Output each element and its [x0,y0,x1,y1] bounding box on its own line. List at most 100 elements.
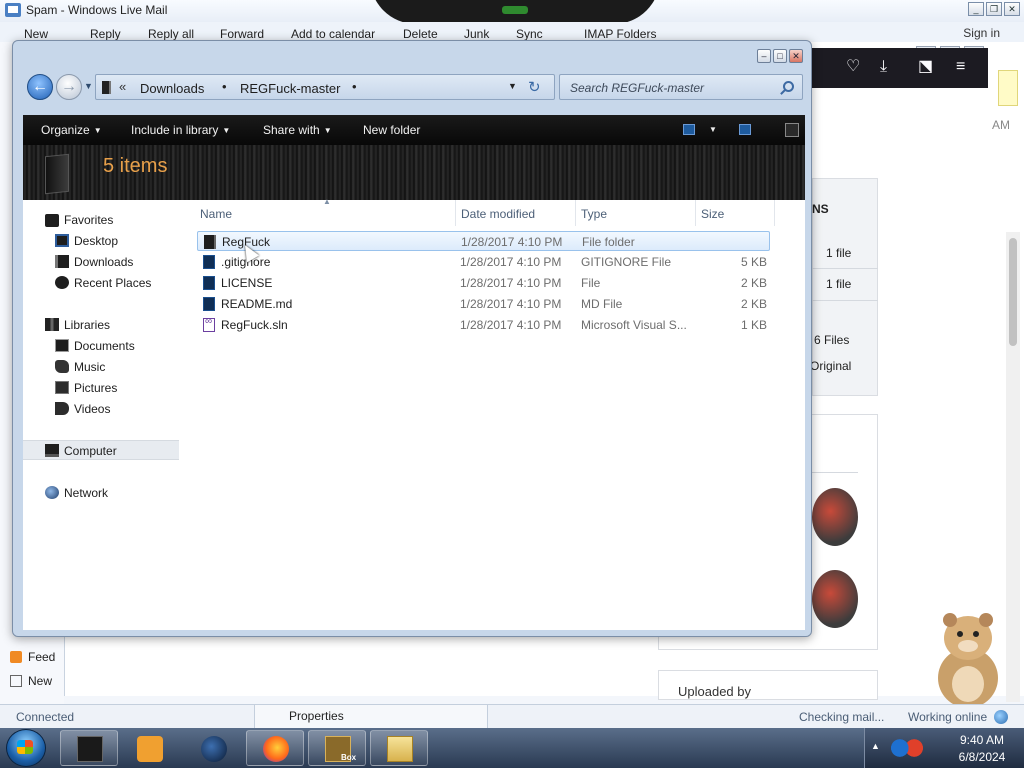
explorer-window-controls: – □ ✕ [757,49,803,63]
share-with-button[interactable]: Share with ▼ [263,123,332,137]
extensions-icon[interactable]: ⬔ [918,58,933,76]
refresh-icon[interactable]: ↻ [528,78,541,96]
address-history-dropdown[interactable]: ▼ [508,81,517,91]
chevron-down-icon: ▼ [323,126,332,135]
show-hidden-icons-button[interactable]: ▲ [871,741,880,751]
chevron-down-icon[interactable]: ▼ [709,125,717,134]
breadcrumb-separator[interactable]: • [222,79,227,94]
breadcrumb-overflow-button[interactable]: « [119,79,126,94]
file-row-readme[interactable]: README.md 1/28/2017 4:10 PM MD File 2 KB [197,294,770,314]
desktop-icon [55,234,69,247]
explorer-maximize-button[interactable]: □ [773,49,787,63]
mail-imap-folders-button[interactable]: IMAP Folders [584,27,656,41]
nav-documents[interactable]: Documents [74,339,135,353]
help-icon[interactable] [785,123,799,137]
breadcrumb-regfuck-master[interactable]: REGFuck-master [240,81,340,96]
column-size[interactable]: Size [701,207,724,221]
thumbnail-image[interactable] [812,488,858,546]
nav-computer[interactable]: Computer [64,444,117,458]
nav-favorites[interactable]: Favorites [64,213,113,227]
nav-downloads[interactable]: Downloads [74,255,133,269]
box-label: Box [341,753,357,762]
tray-app-icon[interactable] [889,734,925,762]
nav-pictures[interactable]: Pictures [74,381,117,395]
download-icon[interactable]: ⤓ [880,58,887,76]
mail-reply-button[interactable]: Reply [90,27,121,41]
change-view-icon[interactable] [683,124,695,135]
taskbar-globe-app-button[interactable] [184,730,242,766]
file-row-gitignore[interactable]: .gitignore 1/28/2017 4:10 PM GITIGNORE F… [197,252,770,272]
column-divider[interactable] [695,200,696,226]
file-row-regfuck-folder[interactable]: RegFuck 1/28/2017 4:10 PM File folder [197,231,770,251]
download-info-row: 1 file [826,246,852,260]
mail-delete-button[interactable]: Delete [403,27,438,41]
taskbar-box-button[interactable]: Box [308,730,366,766]
mail-reply-all-button[interactable]: Reply all [148,27,194,41]
mail-sync-button[interactable]: Sync [516,27,543,41]
search-input[interactable]: Search REGFuck-master [559,74,803,100]
mail-add-to-calendar-button[interactable]: Add to calendar [291,27,375,41]
working-online-status[interactable]: Working online [908,710,987,724]
properties-panel-button[interactable]: Properties [254,705,488,729]
taskbar-windows-live-mail-button[interactable] [370,730,428,766]
taskbar-firefox-button[interactable] [246,730,304,766]
mail-sign-in-link[interactable]: Sign in [963,26,1000,40]
nav-network[interactable]: Network [64,486,108,500]
mail-forward-button[interactable]: Forward [220,27,264,41]
explorer-window: – □ ✕ ← → ▼ « Downloads • REGFuck-master… [12,40,812,637]
organize-button[interactable]: Organize ▼ [41,123,102,137]
file-name: RegFuck.sln [221,318,288,332]
mail-feeds-item[interactable]: Feed [10,650,55,664]
explorer-minimize-button[interactable]: – [757,49,771,63]
share-with-label: Share with [263,123,320,137]
chevron-down-icon: ▼ [222,126,231,135]
breadcrumb-downloads[interactable]: Downloads [140,81,204,96]
download-info-row: 1 file [826,277,852,291]
column-name[interactable]: Name [200,207,232,221]
sort-ascending-icon: ▲ [323,197,331,206]
restore-button[interactable]: ❐ [986,2,1002,16]
preview-pane-icon[interactable] [739,124,751,135]
address-bar[interactable]: « Downloads • REGFuck-master • ▼ ↻ [95,74,555,100]
minimize-button[interactable]: _ [968,2,984,16]
search-icon[interactable] [783,81,794,92]
file-size: 2 KB [740,276,767,290]
file-type: Microsoft Visual S... [581,318,687,332]
nav-music[interactable]: Music [74,360,105,374]
column-divider[interactable] [455,200,456,226]
clock-time[interactable]: 9:40 AM [951,733,1013,747]
nav-videos[interactable]: Videos [74,402,110,416]
menu-icon[interactable]: ≡ [956,58,965,76]
explorer-close-button[interactable]: ✕ [789,49,803,63]
browser-scrollbar-thumb[interactable] [1009,238,1017,346]
taskbar-media-player-button[interactable] [120,730,178,766]
breadcrumb-separator[interactable]: • [352,79,357,94]
nav-recent-places[interactable]: Recent Places [74,276,151,290]
media-player-icon [137,736,163,762]
column-divider[interactable] [575,200,576,226]
mail-junk-button[interactable]: Junk [464,27,489,41]
include-in-library-button[interactable]: Include in library ▼ [131,123,230,137]
column-type[interactable]: Type [581,207,607,221]
mail-newsgroups-item[interactable]: New [10,674,52,688]
pocket-icon[interactable]: ♡ [846,58,860,76]
new-folder-button[interactable]: New folder [363,123,420,137]
forward-button[interactable]: → [56,74,82,100]
clock-date[interactable]: 6/8/2024 [951,750,1013,764]
taskbar-explorer-button[interactable] [60,730,118,766]
file-date-modified: 1/28/2017 4:10 PM [460,255,562,269]
recent-pages-dropdown[interactable]: ▼ [84,81,93,91]
column-divider[interactable] [774,200,775,226]
file-row-license[interactable]: LICENSE 1/28/2017 4:10 PM File 2 KB [197,273,770,293]
mail-new-button[interactable]: New [24,27,48,41]
taskbar: Box ▲ 9:40 AM 6/8/2024 [0,728,1024,768]
column-date-modified[interactable]: Date modified [461,207,535,221]
file-row-regfuck-sln[interactable]: RegFuck.sln 1/28/2017 4:10 PM Microsoft … [197,315,770,335]
nav-libraries[interactable]: Libraries [64,318,110,332]
close-button[interactable]: ✕ [1004,2,1020,16]
thumbnail-image[interactable] [812,570,858,628]
nav-desktop[interactable]: Desktop [74,234,118,248]
music-icon [55,360,69,373]
organize-label: Organize [41,123,90,137]
back-button[interactable]: ← [27,74,53,100]
